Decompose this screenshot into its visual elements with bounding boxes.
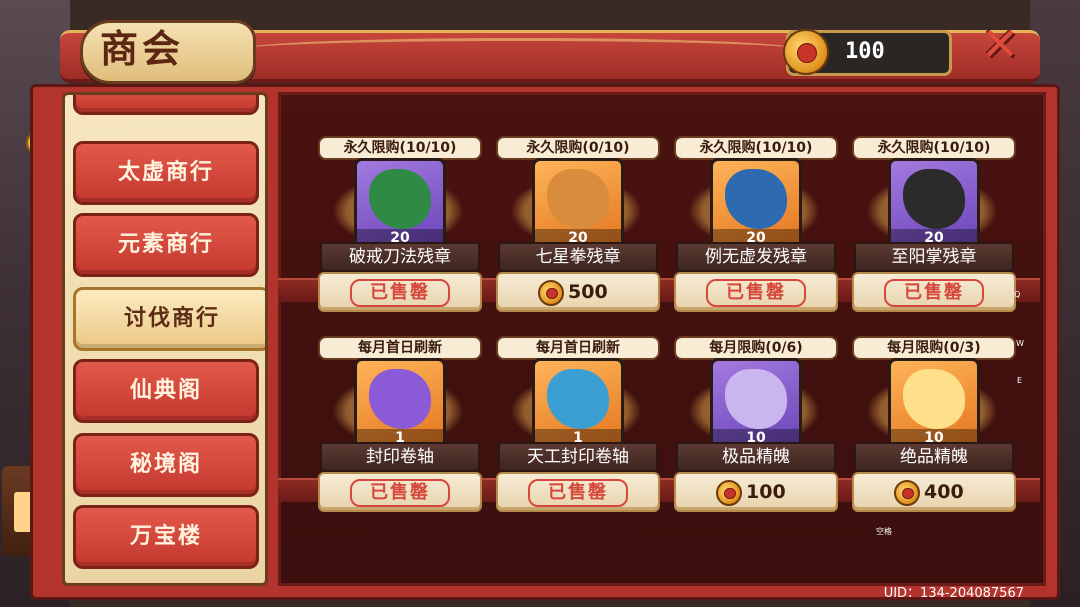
- item-icon: [725, 369, 787, 429]
- item-card[interactable]: 10: [710, 358, 802, 450]
- sold-out-button[interactable]: 已售罄: [852, 272, 1016, 312]
- item-name: 七星拳残章: [498, 242, 658, 272]
- sidebar-item[interactable]: 万宝楼: [73, 505, 259, 569]
- purchase-limit-label: 每月限购(0/6): [674, 336, 838, 360]
- sidebar-item[interactable]: 太虚商行: [73, 141, 259, 205]
- price: 100: [716, 479, 786, 506]
- price: 400: [894, 479, 964, 506]
- purchase-limit-label: 永久限购(10/10): [852, 136, 1016, 160]
- key-hint-space: 空格: [876, 527, 892, 536]
- item-card[interactable]: 1: [354, 358, 446, 450]
- key-hint-w: W: [1016, 339, 1024, 348]
- item-card[interactable]: 10: [888, 358, 980, 450]
- shop-item[interactable]: 永久限购(10/10) 20 例无虚发残章 已售罄: [674, 136, 838, 312]
- sold-out-button[interactable]: 已售罄: [318, 472, 482, 512]
- item-name: 极品精魄: [676, 442, 836, 472]
- purchase-limit-label: 每月限购(0/3): [852, 336, 1016, 360]
- buy-button[interactable]: 100: [674, 472, 838, 512]
- sold-out-button[interactable]: 已售罄: [318, 272, 482, 312]
- key-hint-q: Q: [1014, 290, 1021, 299]
- shop-item[interactable]: 每月限购(0/6) 10 极品精魄 100: [674, 336, 838, 512]
- item-icon: [369, 169, 431, 229]
- shop-item[interactable]: 每月首日刷新 1 封印卷轴已售罄: [318, 336, 482, 512]
- item-name: 封印卷轴: [320, 442, 480, 472]
- shop-item[interactable]: 永久限购(10/10) 20 破戒刀法残章 已售罄: [318, 136, 482, 312]
- sold-out-stamp: 已售罄: [350, 479, 450, 507]
- sold-out-stamp: 已售罄: [884, 279, 984, 307]
- uid-label: UID：134-204087567: [883, 586, 1024, 601]
- item-card[interactable]: 1: [532, 358, 624, 450]
- item-name: 天工封印卷轴: [498, 442, 658, 472]
- coin-icon: [538, 279, 564, 306]
- sidebar-item[interactable]: 秘境阁: [73, 433, 259, 497]
- item-card[interactable]: 20: [532, 158, 624, 250]
- coin-icon: [894, 479, 920, 506]
- price: 500: [538, 279, 608, 306]
- item-icon: [369, 369, 431, 429]
- currency-value: 100: [845, 39, 885, 64]
- close-icon[interactable]: ✕: [974, 18, 1026, 70]
- buy-button[interactable]: 400: [852, 472, 1016, 512]
- sold-out-button[interactable]: 已售罄: [496, 472, 660, 512]
- item-card[interactable]: 20: [354, 158, 446, 250]
- price-value: 400: [924, 481, 964, 503]
- sidebar-item-partial[interactable]: [73, 95, 259, 115]
- item-name: 破戒刀法残章: [320, 242, 480, 272]
- purchase-limit-label: 每月首日刷新: [318, 336, 482, 360]
- shop-item[interactable]: 永久限购(10/10) 20 至阳掌残章已售罄: [852, 136, 1016, 312]
- item-icon: [547, 169, 609, 229]
- sidebar-item[interactable]: 元素商行: [73, 213, 259, 277]
- close-button[interactable]: ✕: [974, 18, 1026, 70]
- coin-icon: [716, 479, 742, 506]
- item-card[interactable]: 20: [710, 158, 802, 250]
- buy-button[interactable]: 500: [496, 272, 660, 312]
- sold-out-stamp: 已售罄: [706, 279, 806, 307]
- price-value: 500: [568, 281, 608, 303]
- sidebar-item[interactable]: 仙典阁: [73, 359, 259, 423]
- key-hint-e: E: [1017, 376, 1023, 385]
- purchase-limit-label: 永久限购(10/10): [318, 136, 482, 160]
- purchase-limit-label: 每月首日刷新: [496, 336, 660, 360]
- sold-out-button[interactable]: 已售罄: [674, 272, 838, 312]
- sold-out-stamp: 已售罄: [528, 479, 628, 507]
- item-icon: [725, 169, 787, 229]
- coin-icon: [783, 29, 829, 75]
- purchase-limit-label: 永久限购(0/10): [496, 136, 660, 160]
- item-icon: [903, 369, 965, 429]
- item-icon: [903, 169, 965, 229]
- item-name: 绝品精魄: [854, 442, 1014, 472]
- item-icon: [547, 369, 609, 429]
- shop-item[interactable]: 每月限购(0/3) 10 绝品精魄 400: [852, 336, 1016, 512]
- item-name: 例无虚发残章: [676, 242, 836, 272]
- sold-out-stamp: 已售罄: [350, 279, 450, 307]
- page-title: 商会: [100, 26, 185, 71]
- item-card[interactable]: 20: [888, 158, 980, 250]
- sidebar-item[interactable]: 讨伐商行: [73, 287, 265, 351]
- shop-item[interactable]: 每月首日刷新 1 天工封印卷轴 已售罄: [496, 336, 660, 512]
- sidebar: 太虚商行元素商行讨伐商行仙典阁秘境阁万宝楼: [62, 92, 268, 586]
- cloud-ornament: [240, 38, 800, 61]
- price-value: 100: [746, 481, 786, 503]
- shop-item[interactable]: 永久限购(0/10) 20 七星拳残章 500: [496, 136, 660, 312]
- purchase-limit-label: 永久限购(10/10): [674, 136, 838, 160]
- item-name: 至阳掌残章: [854, 242, 1014, 272]
- currency-display: 100: [783, 29, 952, 76]
